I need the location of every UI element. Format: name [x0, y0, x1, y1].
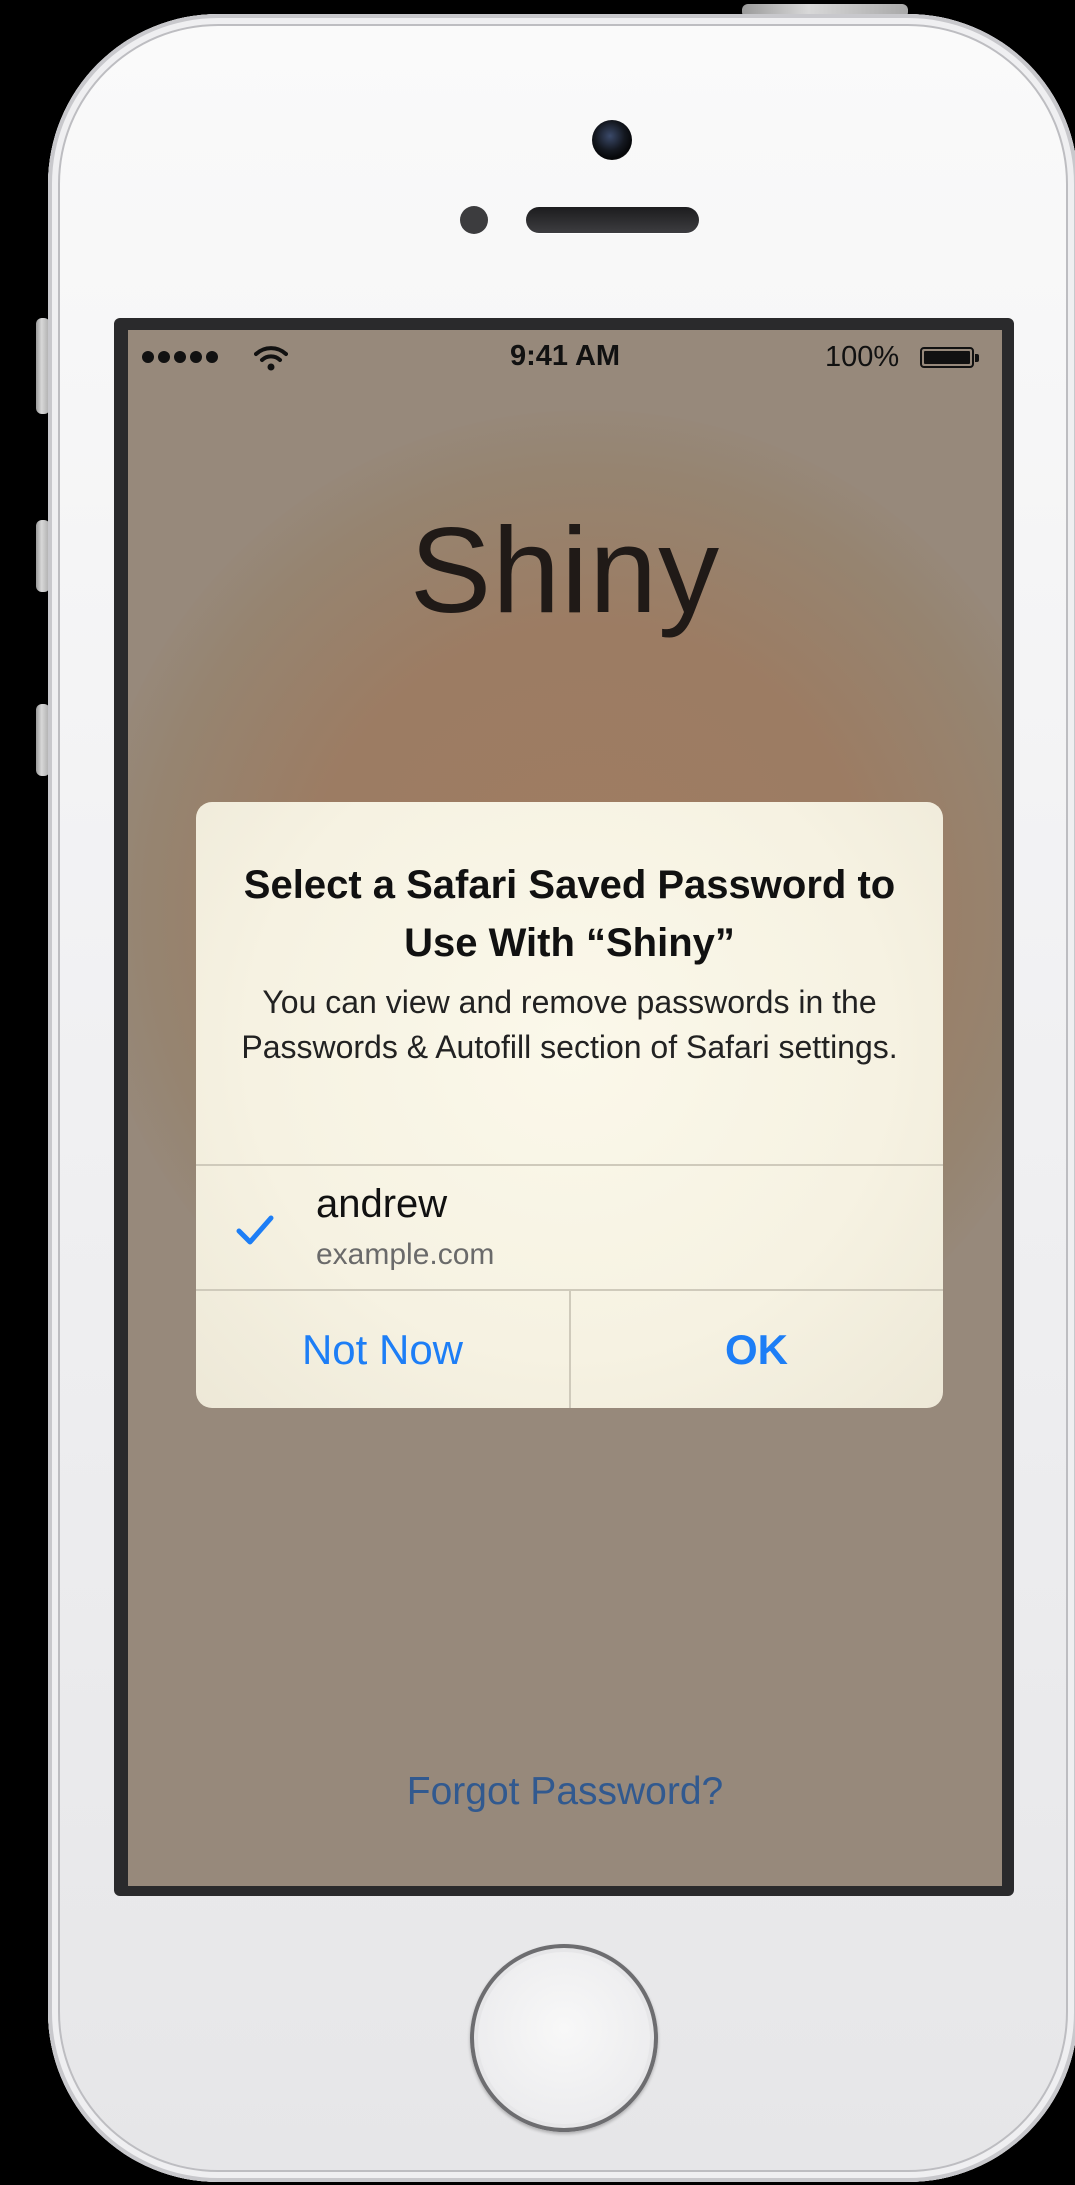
battery-tip	[975, 354, 979, 362]
not-now-button[interactable]: Not Now	[196, 1291, 569, 1408]
credential-username: andrew	[316, 1182, 448, 1226]
ok-button[interactable]: OK	[570, 1291, 943, 1408]
battery-percentage: 100%	[825, 341, 900, 373]
alert-message: You can view and remove passwords in the…	[241, 984, 898, 1065]
alert-actions: Not Now OK	[196, 1291, 943, 1408]
checkmark-icon	[236, 1215, 274, 1245]
forgot-password-link[interactable]: Forgot Password?	[128, 1770, 1002, 1814]
password-alert-dialog: Select a Safari Saved Password to Use Wi…	[196, 802, 943, 1408]
home-button[interactable]	[470, 1944, 658, 2132]
earpiece-speaker	[526, 207, 699, 233]
status-bar: 9:41 AM 100%	[128, 330, 1002, 390]
app-title: Shiny	[409, 502, 721, 638]
front-camera-icon	[592, 120, 632, 160]
battery-icon	[920, 347, 974, 368]
credential-site: example.com	[316, 1238, 495, 1271]
proximity-sensor	[460, 206, 488, 234]
alert-title: Select a Safari Saved Password to Use Wi…	[243, 863, 896, 965]
saved-credential-row[interactable]: andrew example.com	[196, 1166, 943, 1290]
